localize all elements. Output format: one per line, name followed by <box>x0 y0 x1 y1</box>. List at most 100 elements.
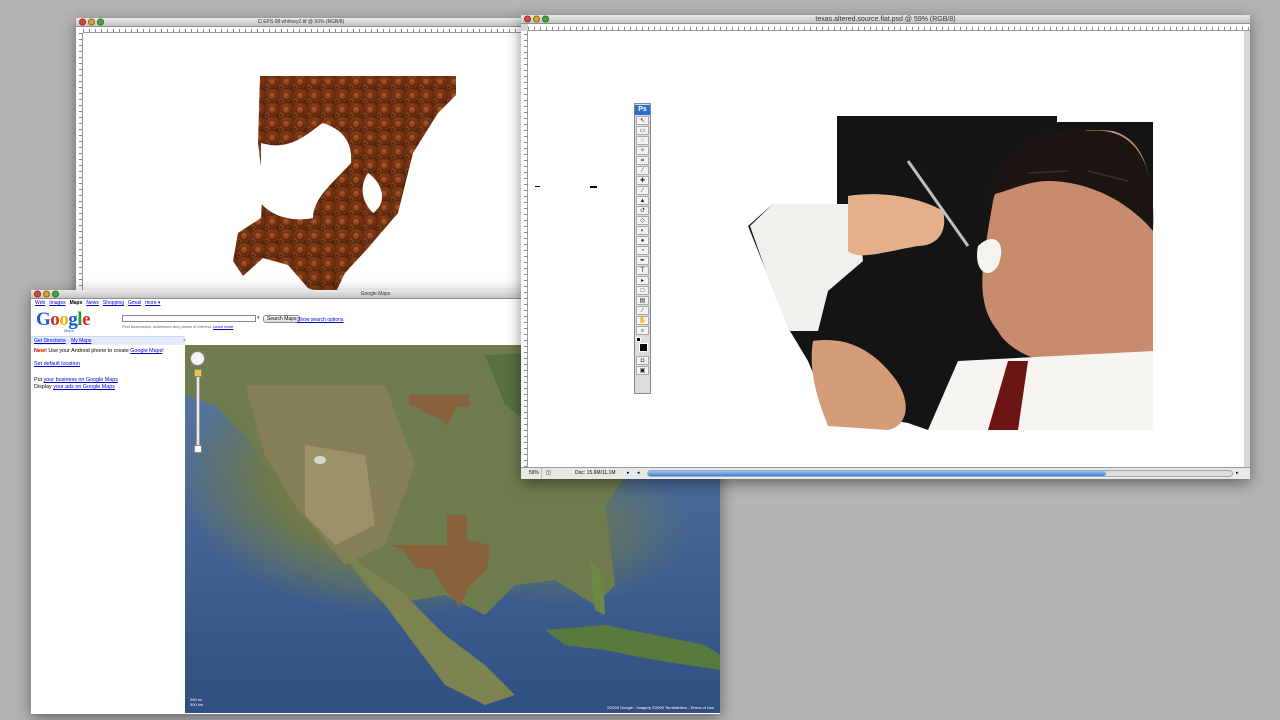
put-text: Put <box>34 377 43 383</box>
nav-web[interactable]: Web <box>35 300 45 306</box>
window-controls <box>79 18 104 26</box>
texas-wood-image <box>233 76 456 298</box>
default-colors-icon[interactable] <box>636 337 641 342</box>
gmaps-action-bar: Get Directions My Maps × <box>31 336 186 345</box>
ps-main-title: texas.altered.source.flat.psd @ 59% (RGB… <box>815 15 956 23</box>
window-controls <box>34 290 59 298</box>
horizontal-ruler[interactable] <box>528 24 1250 31</box>
lasso-tool-icon[interactable]: ◌ <box>636 136 649 145</box>
scroll-right-button[interactable]: ▸ <box>1233 468 1243 479</box>
close-button[interactable] <box>524 15 531 23</box>
collapse-panel-icon[interactable]: × <box>183 337 186 345</box>
search-dropdown-icon[interactable]: ▾ <box>257 315 260 321</box>
business-link[interactable]: your business on Google Maps <box>44 377 118 383</box>
ps-main-titlebar[interactable]: texas.altered.source.flat.psd @ 59% (RGB… <box>521 15 1250 24</box>
ps-document-window-main: texas.altered.source.flat.psd @ 59% (RGB… <box>521 15 1250 479</box>
hand-tool-icon[interactable]: ✋ <box>636 316 649 325</box>
search-input[interactable] <box>122 315 256 322</box>
shape-tool-icon[interactable]: □ <box>636 286 649 295</box>
healing-tool-icon[interactable]: ✚ <box>636 176 649 185</box>
google-logo-sub: Maps <box>64 328 74 333</box>
minimize-button[interactable] <box>533 15 540 23</box>
gmaps-title: Google Maps <box>360 291 391 297</box>
horizontal-scrollbar[interactable] <box>647 470 1233 477</box>
nav-more[interactable]: more ▾ <box>145 300 160 306</box>
scrollbar-thumb[interactable] <box>648 471 1106 476</box>
map-scale: 200 mi 300 km <box>190 697 203 707</box>
close-button[interactable] <box>34 290 41 298</box>
new-badge: New! <box>34 348 47 354</box>
ps-toolbox: Ps ↖ ▭ ◌ ✧ ⌗ ⁄ ✚ ∕ ▲ ↺ ◇ ◐ ● ◔ ✒ T ▸ □ ▤… <box>634 103 651 394</box>
zoom-out-button[interactable] <box>194 445 202 453</box>
stamp-tool-icon[interactable]: ▲ <box>636 196 649 205</box>
pen-tool-icon[interactable]: ✒ <box>636 256 649 265</box>
status-arrow-icon[interactable]: ◫ <box>541 468 555 479</box>
android-promo: New! Use your Android phone to create Go… <box>34 348 164 354</box>
android-text: Use your Android phone to create <box>48 348 129 354</box>
android-maps-link[interactable]: Google Maps <box>130 348 162 354</box>
eyedropper-tool-icon[interactable]: ⁄ <box>636 166 649 175</box>
zoom-in-button[interactable] <box>194 369 202 377</box>
history-brush-tool-icon[interactable]: ↺ <box>636 206 649 215</box>
quick-mask-icon[interactable]: ◘ <box>636 356 649 365</box>
type-tool-icon[interactable]: T <box>636 266 649 275</box>
ads-link[interactable]: your ads on Google Maps <box>53 384 115 390</box>
foreground-color-swatch[interactable] <box>639 343 648 352</box>
screen-mode-icon[interactable]: ▣ <box>636 366 649 375</box>
set-default-location-link[interactable]: Set default location <box>34 361 182 368</box>
ads-promo: Display your ads on Google Maps <box>34 384 182 391</box>
nav-shopping[interactable]: Shopping <box>103 300 124 306</box>
ps-logo: Ps <box>635 105 650 115</box>
google-logo[interactable]: Google <box>36 309 90 331</box>
nav-maps[interactable]: Maps <box>70 300 83 306</box>
status-bar: 59% ◫ Doc: 15.6M/11.1M ▸ ◂ ▸ <box>521 467 1250 479</box>
nav-images[interactable]: Images <box>49 300 65 306</box>
search-maps-button[interactable]: Search Maps <box>263 315 301 323</box>
gmaps-sidebar: New! Use your Android phone to create Go… <box>34 348 182 391</box>
eraser-tool-icon[interactable]: ◇ <box>636 216 649 225</box>
zoom-tool-icon[interactable]: ⌕ <box>636 326 649 335</box>
zoom-button[interactable] <box>52 290 59 298</box>
brush-tool-icon[interactable]: ∕ <box>636 186 649 195</box>
marquee-tool-icon[interactable]: ▭ <box>636 126 649 135</box>
vertical-ruler[interactable] <box>76 33 83 298</box>
zoom-slider[interactable] <box>196 371 200 449</box>
color-swatches[interactable] <box>635 337 650 355</box>
google-nav-links: Web Images Maps News Shopping Gmail more… <box>35 300 160 306</box>
get-directions-link[interactable]: Get Directions <box>34 338 66 344</box>
nav-gmail[interactable]: Gmail <box>128 300 141 306</box>
ps-small-titlebar[interactable]: ⧠ EPS 08 whitney2.tif @ 50% (RGB/8) <box>76 18 526 27</box>
eyedropper-2-tool-icon[interactable]: ⁄ <box>636 306 649 315</box>
move-tool-icon[interactable]: ↖ <box>636 116 649 125</box>
display-text: Display <box>34 384 52 390</box>
crop-tool-icon[interactable]: ⌗ <box>636 156 649 165</box>
dodge-tool-icon[interactable]: ◔ <box>636 246 649 255</box>
magic-wand-tool-icon[interactable]: ✧ <box>636 146 649 155</box>
zoom-field[interactable]: 59% <box>521 468 541 479</box>
doc-size: Doc: 15.6M/11.1M <box>575 470 616 476</box>
close-button[interactable] <box>79 18 86 26</box>
zoom-button[interactable] <box>97 18 104 26</box>
window-controls <box>524 15 549 23</box>
ps-small-title: ⧠ EPS 08 whitney2.tif @ 50% (RGB/8) <box>257 19 345 25</box>
show-search-options-link[interactable]: Show search options <box>297 317 343 323</box>
learn-more-link[interactable]: Learn more <box>213 324 233 329</box>
pan-control[interactable] <box>190 351 205 366</box>
minimize-button[interactable] <box>88 18 95 26</box>
notes-tool-icon[interactable]: ▤ <box>636 296 649 305</box>
map-copyright: ©2009 Google - Imagery ©2009 TerraMetric… <box>607 705 714 710</box>
scroll-left-button[interactable]: ◂ <box>637 468 647 479</box>
find-hint-text: Find businesses, addresses and places of… <box>122 324 212 329</box>
canvas[interactable] <box>83 33 526 298</box>
my-maps-link[interactable]: My Maps <box>71 338 91 344</box>
vertical-ruler[interactable] <box>521 31 528 467</box>
search-hint: Find businesses, addresses and places of… <box>122 324 233 329</box>
status-menu-button[interactable]: ▸ <box>627 468 637 479</box>
minimize-button[interactable] <box>43 290 50 298</box>
gradient-tool-icon[interactable]: ◐ <box>636 226 649 235</box>
ps-document-window-small: ⧠ EPS 08 whitney2.tif @ 50% (RGB/8) <box>76 18 526 298</box>
zoom-button[interactable] <box>542 15 549 23</box>
path-selection-tool-icon[interactable]: ▸ <box>636 276 649 285</box>
blur-tool-icon[interactable]: ● <box>636 236 649 245</box>
nav-news[interactable]: News <box>86 300 99 306</box>
